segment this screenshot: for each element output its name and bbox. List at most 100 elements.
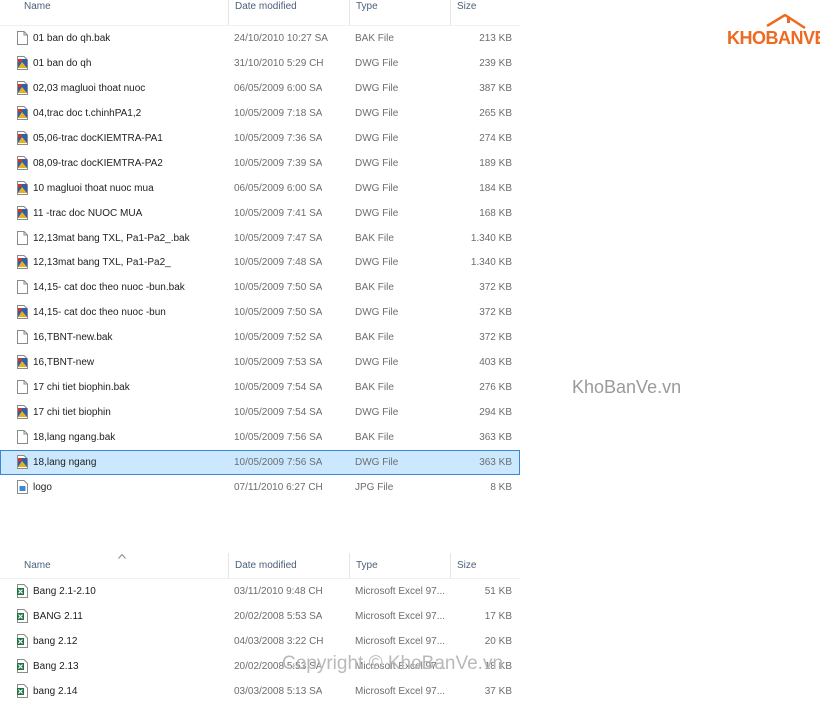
file-name: bang 2.14 <box>33 685 78 697</box>
column-header-date-modified[interactable]: Date modified <box>228 553 349 578</box>
file-date-modified: 10/05/2009 7:36 SA <box>234 132 323 144</box>
file-rows: Bang 2.1-2.10 03/11/2010 9:48 CH Microsoft… <box>0 579 520 704</box>
file-row[interactable]: 17 chi tiet biophin 10/05/2009 7:54 SA DWG… <box>0 400 520 425</box>
generic-file-icon <box>17 330 28 345</box>
file-type: DWG File <box>355 132 399 144</box>
file-size: 189 KB <box>479 157 512 169</box>
file-name: BANG 2.11 <box>33 610 83 622</box>
file-row[interactable]: 14,15- cat doc theo nuoc -bun 10/05/2009 … <box>0 300 520 325</box>
file-type: BAK File <box>355 432 394 443</box>
file-size: 168 KB <box>479 207 512 219</box>
file-date-modified: 10/05/2009 7:39 SA <box>234 157 323 169</box>
dwg-file-icon <box>17 355 28 370</box>
file-type: Microsoft Excel 97... <box>355 586 446 597</box>
file-name: 16,TBNT-new.bak <box>33 332 113 344</box>
file-type: DWG File <box>355 407 399 419</box>
file-row[interactable]: 10 magluoi thoat nuoc mua 06/05/2009 6:00… <box>0 176 520 201</box>
file-size: 372 KB <box>479 332 512 344</box>
column-header-size[interactable]: Size <box>450 0 516 25</box>
file-row[interactable]: 12,13mat bang TXL, Pa1-Pa2_.bak 10/05/200… <box>0 226 520 251</box>
file-date-modified: 10/05/2009 7:53 SA <box>234 357 323 369</box>
file-date-modified: 06/05/2009 6:00 SA <box>234 82 323 94</box>
file-name: 17 chi tiet biophin.bak <box>33 382 130 394</box>
file-row[interactable]: 18,lang ngang 10/05/2009 7:56 SA DWG File 3… <box>0 449 520 475</box>
file-size: 372 KB <box>479 307 512 319</box>
file-size: 213 KB <box>479 33 512 44</box>
file-row[interactable]: 18,lang ngang.bak 10/05/2009 7:56 SA BAK F… <box>0 425 520 450</box>
file-type: DWG File <box>355 456 399 468</box>
file-rows: 01 ban do qh.bak 24/10/2010 10:27 SA BAK F… <box>0 26 520 500</box>
file-size: 372 KB <box>479 282 512 294</box>
dwg-file-icon <box>17 155 28 170</box>
file-row[interactable]: logo 07/11/2010 6:27 CH JPG File 8 KB <box>0 475 520 500</box>
file-row[interactable]: 14,15- cat doc theo nuoc -bun.bak 10/05/2… <box>0 275 520 300</box>
file-type: Microsoft Excel 97... <box>355 685 446 697</box>
column-header-type[interactable]: Type <box>349 553 450 578</box>
file-date-modified: 04/03/2008 3:22 CH <box>234 635 324 647</box>
file-type: BAK File <box>355 33 394 44</box>
file-size: 1.340 KB <box>470 257 512 269</box>
file-name: 05,06-trac docKIEMTRA-PA1 <box>33 132 163 144</box>
file-row[interactable]: 08,09-trac docKIEMTRA-PA2 10/05/2009 7:39… <box>0 151 520 176</box>
file-row[interactable]: 12,13mat bang TXL, Pa1-Pa2_ 10/05/2009 7:… <box>0 250 520 275</box>
file-name: 02,03 magluoi thoat nuoc <box>33 82 146 94</box>
file-row[interactable]: 02,03 magluoi thoat nuoc 06/05/2009 6:00 … <box>0 76 520 101</box>
file-size: 363 KB <box>479 456 512 468</box>
file-date-modified: 20/02/2008 5:53 SA <box>234 610 323 622</box>
file-type: Microsoft Excel 97... <box>355 635 446 647</box>
file-type: DWG File <box>355 107 399 119</box>
excel-file-icon <box>17 608 28 623</box>
file-row[interactable]: 16,TBNT-new 10/05/2009 7:53 SA DWG File 403… <box>0 350 520 375</box>
file-size: 20 KB <box>484 635 512 647</box>
dwg-file-icon <box>17 454 28 469</box>
file-date-modified: 10/05/2009 7:50 SA <box>234 282 323 294</box>
file-type: DWG File <box>355 157 399 169</box>
image-file-icon <box>17 479 28 494</box>
file-size: 37 KB <box>484 685 512 697</box>
file-type: BAK File <box>355 232 394 244</box>
file-name: 18,lang ngang <box>33 456 97 468</box>
generic-file-icon <box>17 280 28 295</box>
file-type: DWG File <box>355 307 399 319</box>
file-type: BAK File <box>355 332 394 344</box>
file-size: 294 KB <box>479 407 512 419</box>
file-row[interactable]: 01 ban do qh 31/10/2010 5:29 CH DWG File 23… <box>0 51 520 76</box>
file-row[interactable]: BANG 2.11 20/02/2008 5:53 SA Microsoft Exc… <box>0 604 520 629</box>
file-row[interactable]: 04,trac doc t.chinhPA1,2 10/05/2009 7:18 … <box>0 101 520 126</box>
file-date-modified: 10/05/2009 7:56 SA <box>234 432 323 443</box>
file-date-modified: 24/10/2010 10:27 SA <box>234 33 328 44</box>
file-row[interactable]: 17 chi tiet biophin.bak 10/05/2009 7:54 S… <box>0 375 520 400</box>
file-row[interactable]: Bang 2.1-2.10 03/11/2010 9:48 CH Microsoft… <box>0 579 520 604</box>
column-header-name[interactable]: Name <box>18 553 228 578</box>
column-header-date-modified[interactable]: Date modified <box>228 0 349 25</box>
file-size: 1.340 KB <box>470 232 512 244</box>
column-header-name[interactable]: Name <box>18 0 228 25</box>
watermark-text: KhoBanVe.vn <box>572 377 682 397</box>
khobanve-logo: KHOBANVE <box>727 14 820 52</box>
file-name: 10 magluoi thoat nuoc mua <box>33 182 154 194</box>
file-name: logo <box>33 481 52 493</box>
file-row[interactable]: bang 2.14 03/03/2008 5:13 SA Microsoft Exc… <box>0 679 520 704</box>
file-row[interactable]: bang 2.12 04/03/2008 3:22 CH Microsoft Exc… <box>0 629 520 654</box>
file-size: 8 KB <box>490 481 512 493</box>
file-date-modified: 03/11/2010 9:48 CH <box>234 586 323 597</box>
file-name: 01 ban do qh.bak <box>33 33 111 44</box>
column-header-type[interactable]: Type <box>349 0 450 25</box>
file-date-modified: 03/03/2008 5:13 SA <box>234 685 323 697</box>
file-row[interactable]: 01 ban do qh.bak 24/10/2010 10:27 SA BAK F… <box>0 26 520 51</box>
file-size: 274 KB <box>479 132 512 144</box>
file-size: 239 KB <box>479 57 512 69</box>
logo-text: KHOBANVE <box>727 28 820 48</box>
dwg-file-icon <box>17 55 28 70</box>
dwg-file-icon <box>17 130 28 145</box>
column-header-size[interactable]: Size <box>450 553 516 578</box>
file-type: DWG File <box>355 207 399 219</box>
file-row[interactable]: 11 -trac doc NUOC MUA 10/05/2009 7:41 SA D… <box>0 201 520 226</box>
file-name: 12,13mat bang TXL, Pa1-Pa2_ <box>33 257 171 269</box>
file-type: DWG File <box>355 82 399 94</box>
file-row[interactable]: 05,06-trac docKIEMTRA-PA1 10/05/2009 7:36… <box>0 126 520 151</box>
generic-file-icon <box>17 31 28 45</box>
file-size: 387 KB <box>479 82 512 94</box>
excel-file-icon <box>17 633 28 648</box>
file-row[interactable]: 16,TBNT-new.bak 10/05/2009 7:52 SA BAK Fil… <box>0 325 520 350</box>
